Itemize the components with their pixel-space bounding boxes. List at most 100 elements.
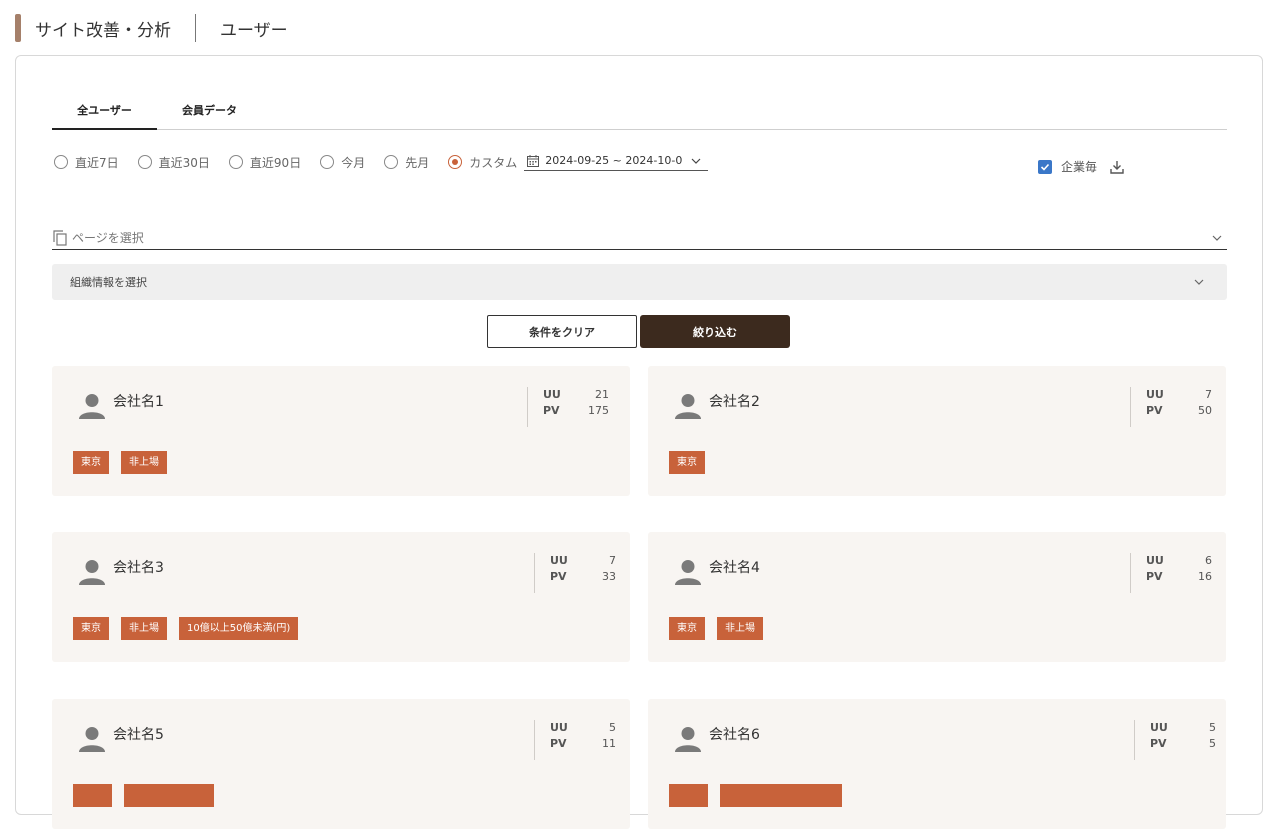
radio-button[interactable] xyxy=(228,155,243,169)
uu-label: UU xyxy=(1146,554,1164,567)
tag-list xyxy=(73,784,226,807)
tag: 東京 xyxy=(73,617,109,640)
copy-pages-icon xyxy=(53,229,67,246)
company-name: 会社名5 xyxy=(113,727,164,743)
apply-filter-button[interactable]: 絞り込む xyxy=(640,315,790,348)
tag: 非上場 xyxy=(121,617,167,640)
radio-label: 直近90日 xyxy=(249,155,302,170)
company-card[interactable]: 会社名4 UU 6 PV 16 東京 非上場 xyxy=(648,532,1226,662)
uu-value: 7 xyxy=(609,554,616,567)
pv-label: PV xyxy=(550,737,567,750)
uu-value: 6 xyxy=(1205,554,1212,567)
metrics-block: UU 7 PV 33 xyxy=(534,553,616,593)
chevron-down-icon xyxy=(1194,279,1204,285)
radio-last-90-days[interactable]: 直近90日 xyxy=(228,154,302,171)
company-name: 会社名4 xyxy=(709,560,760,576)
tag-list: 東京 非上場 xyxy=(669,617,775,640)
radio-custom[interactable]: カスタム xyxy=(448,154,517,171)
company-card[interactable]: 会社名2 UU 7 PV 50 東京 xyxy=(648,366,1226,496)
company-name: 会社名6 xyxy=(709,727,760,743)
radio-last-7-days[interactable]: 直近7日 xyxy=(54,154,119,171)
org-info-select[interactable]: 組織情報を選択 xyxy=(52,264,1227,300)
tab-bar: 全ユーザー 会員データ xyxy=(52,96,1227,130)
company-name: 会社名3 xyxy=(113,560,164,576)
user-icon xyxy=(675,394,701,419)
tag xyxy=(73,784,112,807)
user-icon xyxy=(79,560,105,585)
radio-button-selected[interactable] xyxy=(448,155,463,169)
company-name: 会社名2 xyxy=(709,394,760,410)
header-accent-bar xyxy=(15,14,21,42)
radio-last-month[interactable]: 先月 xyxy=(384,154,429,171)
tab-member-data[interactable]: 会員データ xyxy=(157,96,262,130)
company-card[interactable]: 会社名3 UU 7 PV 33 東京 非上場 10億以上50億未満(円) xyxy=(52,532,630,662)
tab-all-users[interactable]: 全ユーザー xyxy=(52,96,157,130)
date-range-picker[interactable]: 2024-09-25 ~ 2024-10-0 xyxy=(524,154,709,171)
tag-list: 東京 xyxy=(669,451,717,474)
uu-value: 21 xyxy=(595,388,609,401)
tag: 東京 xyxy=(73,451,109,474)
company-card[interactable]: 会社名1 UU 21 PV 175 東京 非上場 xyxy=(52,366,630,496)
pv-label: PV xyxy=(1150,737,1167,750)
company-card[interactable]: 会社名5 UU 5 PV 11 xyxy=(52,699,630,829)
org-select-placeholder: 組織情報を選択 xyxy=(70,276,147,289)
radio-label: 直近30日 xyxy=(158,155,210,170)
company-card[interactable]: 会社名6 UU 5 PV 5 xyxy=(648,699,1226,829)
tag xyxy=(720,784,842,807)
page-select-dropdown[interactable]: ページを選択 xyxy=(52,226,1227,250)
chevron-down-icon xyxy=(1212,235,1222,241)
pv-value: 50 xyxy=(1198,404,1212,417)
metrics-block: UU 21 PV 175 xyxy=(527,387,609,427)
download-icon[interactable] xyxy=(1109,159,1125,175)
radio-label: 今月 xyxy=(341,155,366,170)
uu-label: UU xyxy=(1146,388,1164,401)
uu-label: UU xyxy=(543,388,561,401)
uu-label: UU xyxy=(550,554,568,567)
radio-button[interactable] xyxy=(384,155,399,169)
per-company-label: 企業毎 xyxy=(1061,160,1098,174)
per-company-checkbox[interactable] xyxy=(1038,159,1052,174)
pv-value: 175 xyxy=(588,404,609,417)
pv-value: 5 xyxy=(1209,737,1216,750)
metrics-block: UU 5 PV 11 xyxy=(534,720,616,760)
radio-this-month[interactable]: 今月 xyxy=(320,154,365,171)
clear-conditions-button[interactable]: 条件をクリア xyxy=(487,315,637,348)
radio-dot xyxy=(452,159,459,165)
tag-list: 東京 非上場 xyxy=(73,451,179,474)
tag: 非上場 xyxy=(717,617,763,640)
user-icon xyxy=(79,394,105,419)
radio-button[interactable] xyxy=(137,155,152,169)
radio-button[interactable] xyxy=(54,155,68,169)
radio-button[interactable] xyxy=(320,155,335,169)
uu-label: UU xyxy=(1150,721,1168,734)
tag-list xyxy=(669,784,854,807)
main-panel: 全ユーザー 会員データ 直近7日 直近30日 直近90日 今月 先月 カスタム xyxy=(15,55,1263,829)
tag xyxy=(124,784,214,807)
page-select-placeholder: ページを選択 xyxy=(72,231,144,245)
tag: 非上場 xyxy=(121,451,167,474)
pv-label: PV xyxy=(543,404,560,417)
pv-label: PV xyxy=(1146,404,1163,417)
user-icon xyxy=(675,727,701,752)
metrics-block: UU 6 PV 16 xyxy=(1130,553,1212,593)
pv-value: 16 xyxy=(1198,570,1212,583)
user-icon xyxy=(79,727,105,752)
chevron-down-icon xyxy=(691,158,701,164)
radio-last-30-days[interactable]: 直近30日 xyxy=(137,154,210,171)
metrics-block: UU 7 PV 50 xyxy=(1130,387,1212,427)
radio-label: カスタム xyxy=(469,155,518,170)
per-company-option: 企業毎 xyxy=(1038,158,1125,175)
check-icon xyxy=(1040,163,1050,171)
page-header: サイト改善・分析 ユーザー xyxy=(15,14,288,42)
period-selector: 直近7日 直近30日 直近90日 今月 先月 カスタム 2024-09-25 ~… xyxy=(54,151,709,173)
page-title: サイト改善・分析 xyxy=(35,20,171,41)
tag-list: 東京 非上場 10億以上50億未満(円) xyxy=(73,617,310,640)
uu-value: 7 xyxy=(1205,388,1212,401)
pv-label: PV xyxy=(550,570,567,583)
tag xyxy=(669,784,708,807)
pv-label: PV xyxy=(1146,570,1163,583)
company-name: 会社名1 xyxy=(113,394,164,410)
radio-label: 先月 xyxy=(405,155,430,170)
date-range-value: 2024-09-25 ~ 2024-10-0 xyxy=(545,154,683,167)
tag: 東京 xyxy=(669,617,705,640)
